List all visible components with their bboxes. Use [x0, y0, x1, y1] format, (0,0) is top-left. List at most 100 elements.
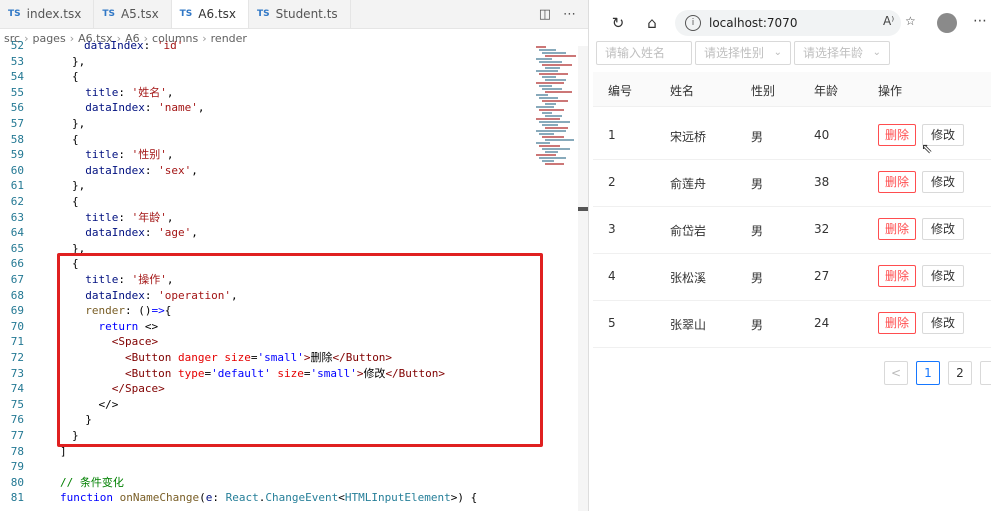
code-line[interactable]: 80 // 条件变化: [0, 475, 530, 491]
line-text: },: [72, 117, 86, 130]
minimap-line: [545, 91, 572, 93]
table-row: 3 俞岱岩 男 32 删除 修改: [593, 206, 991, 254]
minimap[interactable]: [532, 46, 576, 176]
name-search-input[interactable]: 请输入姓名: [596, 41, 692, 65]
code-line[interactable]: 59 title: '性别',: [0, 147, 530, 163]
minimap-line: [539, 145, 560, 147]
code-line[interactable]: 53},: [0, 54, 530, 70]
more-actions-icon[interactable]: ⋯: [563, 7, 576, 22]
cell-age: 24: [814, 316, 830, 330]
home-icon[interactable]: ⌂: [643, 14, 661, 32]
line-number: 75: [10, 397, 24, 411]
editor-tab-bar: TS index.tsx TS A5.tsx TS A6.tsx TS Student.ts ◫…: [0, 0, 588, 29]
code-line[interactable]: 61},: [0, 178, 530, 194]
refresh-icon[interactable]: ↻: [609, 14, 627, 32]
delete-button[interactable]: 删除: [878, 218, 916, 240]
minimap-line: [539, 73, 568, 75]
typescript-file-icon: TS: [102, 9, 115, 19]
line-number: 74: [10, 382, 24, 396]
delete-button[interactable]: 删除: [878, 171, 916, 193]
line-number: 62: [10, 195, 24, 208]
minimap-line: [542, 136, 564, 138]
minimap-line: [536, 58, 552, 60]
code-editor[interactable]: TS index.tsx TS A5.tsx TS A6.tsx TS Student.ts ◫…: [0, 0, 589, 511]
delete-button[interactable]: 删除: [878, 124, 916, 146]
header-name: 姓名: [670, 84, 695, 98]
line-number: 71: [10, 335, 24, 349]
tab-index-tsx[interactable]: TS index.tsx: [0, 0, 95, 28]
site-info-icon[interactable]: i: [685, 15, 701, 31]
profile-avatar-icon[interactable]: [937, 13, 957, 33]
code-line[interactable]: 55 title: '姓名',: [0, 85, 530, 101]
minimap-line: [542, 100, 568, 102]
cell-sex: 男: [751, 271, 764, 285]
cell-name: 宋远桥: [670, 130, 707, 144]
typescript-file-icon: TS: [179, 9, 193, 19]
code-line[interactable]: 52 dataIndex: 'id': [0, 38, 530, 54]
sex-select[interactable]: 请选择性别 ⌄: [695, 41, 791, 65]
minimap-line: [545, 115, 562, 117]
cell-id: 2: [608, 175, 616, 189]
pagination-page-2[interactable]: 2: [948, 361, 972, 385]
favorite-star-icon[interactable]: ☆: [905, 14, 916, 28]
edit-button[interactable]: 修改: [922, 218, 964, 240]
code-line[interactable]: 58 {: [0, 132, 530, 148]
code-line[interactable]: 62 {: [0, 194, 530, 210]
scrollbar-thumb[interactable]: [578, 207, 588, 211]
minimap-line: [536, 154, 556, 156]
line-number: 77: [10, 429, 24, 442]
editor-scrollbar[interactable]: [578, 46, 588, 511]
pagination-next[interactable]: [980, 361, 991, 385]
tab-a6-tsx[interactable]: TS A6.tsx: [171, 0, 250, 28]
table-row: 5 张翠山 男 24 删除 修改: [593, 300, 991, 348]
code-line[interactable]: 54 {: [0, 69, 530, 85]
code-line[interactable]: 57},: [0, 116, 530, 132]
tab-student-ts[interactable]: TS Student.ts: [249, 0, 351, 28]
minimap-line: [542, 124, 558, 126]
chevron-down-icon: ⌄: [872, 47, 881, 58]
code-line[interactable]: 64 dataIndex: 'age',: [0, 225, 530, 241]
table-row: 2 俞莲舟 男 38 删除 修改: [593, 159, 991, 207]
address-bar[interactable]: i localhost:7070: [675, 10, 901, 36]
pagination-prev[interactable]: <: [884, 361, 908, 385]
line-number: 69: [10, 304, 24, 318]
header-sex: 性别: [751, 84, 776, 98]
minimap-line: [536, 82, 564, 84]
chevron-down-icon: ⌄: [773, 47, 782, 58]
delete-button[interactable]: 删除: [878, 265, 916, 287]
line-text: },: [72, 179, 86, 193]
cell-name: 俞岱岩: [670, 224, 707, 238]
typescript-file-icon: TS: [257, 9, 270, 19]
minimap-line: [542, 76, 556, 78]
line-text: title: '性别',: [85, 148, 174, 162]
code-line[interactable]: 56 dataIndex: 'name',: [0, 100, 530, 116]
code-line[interactable]: 63 title: '年龄',: [0, 210, 530, 226]
minimap-line: [539, 97, 558, 99]
line-number: 81: [10, 491, 24, 505]
age-select[interactable]: 请选择年龄 ⌄: [794, 41, 890, 65]
code-line[interactable]: 60 dataIndex: 'sex',: [0, 163, 530, 179]
read-aloud-icon[interactable]: A⁾: [883, 14, 894, 28]
line-number: 57: [10, 117, 24, 130]
minimap-line: [536, 106, 554, 108]
tab-a5-tsx[interactable]: TS A5.tsx: [94, 0, 172, 28]
code-line[interactable]: 79: [0, 459, 530, 475]
line-number: 79: [10, 460, 24, 474]
minimap-line: [542, 160, 554, 162]
more-icon[interactable]: ⋯: [973, 13, 987, 29]
code-line[interactable]: 81 function onNameChange(e: React.ChangeE…: [0, 490, 530, 506]
edit-button[interactable]: 修改: [922, 312, 964, 334]
line-text: dataIndex: 'name',: [85, 101, 205, 115]
line-text: title: '年龄',: [85, 210, 174, 224]
line-number: 55: [10, 85, 24, 99]
line-number: 63: [10, 210, 24, 224]
minimap-line: [539, 121, 570, 123]
edit-button[interactable]: 修改: [922, 171, 964, 193]
edit-button[interactable]: 修改: [922, 265, 964, 287]
cell-age: 40: [814, 128, 830, 142]
table-header: 编号 姓名 性别 年龄 操作: [593, 72, 991, 107]
delete-button[interactable]: 删除: [878, 312, 916, 334]
line-number: 73: [10, 366, 24, 380]
split-editor-icon[interactable]: ◫: [539, 7, 551, 22]
pagination-page-1[interactable]: 1: [916, 361, 940, 385]
